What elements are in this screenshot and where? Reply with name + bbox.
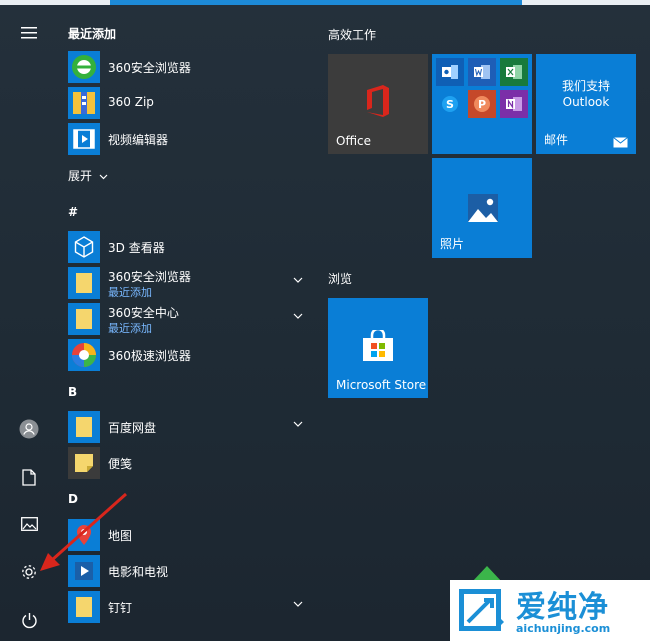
folder-icon	[68, 303, 100, 335]
photos-icon	[468, 194, 498, 222]
app-name: 电影和电视	[108, 565, 169, 579]
store-tile-label: Microsoft Store	[336, 378, 427, 392]
tile-area: 高效工作 Office S P 我们支持 Outlook 邮件 照片 浏览 Mi…	[320, 5, 650, 641]
office-apps-folder-tile[interactable]: S P	[432, 54, 532, 154]
app-video-editor[interactable]: 视频编辑器	[68, 123, 308, 155]
office-tile-label: Office	[336, 134, 372, 148]
outlook-promo-line1: 我们支持	[561, 79, 610, 93]
chevron-down-icon[interactable]	[292, 598, 304, 610]
sticky-note-icon	[68, 447, 100, 479]
microsoft-store-tile[interactable]: Microsoft Store	[328, 298, 428, 398]
speed-browser-icon	[68, 339, 100, 371]
map-pin-icon	[68, 519, 100, 551]
app-list: 最近添加 360安全浏览器 360 Zip 视频编辑器 展开 # 3D 查看器 …	[58, 5, 310, 641]
cube-icon	[68, 231, 100, 263]
folder-name: 360安全浏览器	[108, 270, 191, 284]
onenote-mini-icon	[500, 90, 528, 118]
watermark-banner: 爱纯净 aichunjing.com	[450, 580, 650, 641]
powerpoint-mini-icon: P	[468, 90, 496, 118]
watermark-url: aichunjing.com	[516, 622, 611, 635]
app-maps[interactable]: 地图	[68, 519, 308, 551]
app-name: 360 Zip	[108, 95, 154, 109]
document-icon	[22, 468, 36, 486]
folder-360-browser[interactable]: 360安全浏览器 最近添加	[68, 267, 308, 299]
power-button[interactable]	[10, 601, 48, 639]
outlook-promo-text: 我们支持 Outlook	[536, 78, 636, 110]
section-letter-b[interactable]: B	[68, 385, 77, 399]
mail-icon	[613, 137, 628, 148]
chevron-down-icon	[99, 174, 108, 179]
svg-text:S: S	[446, 98, 454, 111]
pictures-button[interactable]	[10, 505, 48, 543]
folder-recent-badge: 最近添加	[108, 286, 152, 299]
mail-tile-label: 邮件	[544, 133, 569, 147]
hamburger-icon	[21, 27, 37, 39]
app-name: 360安全浏览器	[108, 61, 191, 75]
outlook-promo-line2: Outlook	[562, 95, 610, 109]
expand-button[interactable]: 展开	[68, 167, 108, 184]
documents-button[interactable]	[10, 458, 48, 496]
folder-360-security-center[interactable]: 360安全中心 最近添加	[68, 303, 308, 335]
app-movies-tv[interactable]: 电影和电视	[68, 555, 308, 587]
user-account-button[interactable]	[10, 410, 48, 448]
chevron-down-icon[interactable]	[292, 274, 304, 286]
gear-icon	[22, 565, 36, 579]
tile-group-title-browse[interactable]: 浏览	[328, 270, 352, 287]
start-menu: 最近添加 360安全浏览器 360 Zip 视频编辑器 展开 # 3D 查看器 …	[0, 0, 650, 641]
hamburger-menu-button[interactable]	[10, 14, 48, 52]
power-icon	[21, 612, 37, 628]
tile-group-title-productivity[interactable]: 高效工作	[328, 26, 376, 43]
expand-label: 展开	[68, 169, 93, 183]
word-mini-icon	[468, 58, 496, 86]
user-avatar-icon	[19, 419, 39, 439]
folder-recent-badge: 最近添加	[108, 322, 152, 335]
skype-mini-icon: S	[436, 90, 464, 118]
recent-header: 最近添加	[68, 27, 117, 41]
section-letter-hash[interactable]: #	[68, 205, 78, 219]
app-name: 视频编辑器	[108, 133, 169, 147]
folder-baidu-netdisk[interactable]: 百度网盘	[68, 411, 308, 443]
app-360-browser-recent[interactable]: 360安全浏览器	[68, 51, 308, 83]
app-name: 3D 查看器	[108, 241, 165, 255]
settings-button[interactable]	[10, 553, 48, 591]
app-3d-viewer[interactable]: 3D 查看器	[68, 231, 308, 263]
video-editor-icon	[68, 123, 100, 155]
zip-icon	[68, 87, 100, 119]
folder-name: 钉钉	[108, 601, 133, 615]
play-icon	[68, 555, 100, 587]
section-letter-d[interactable]: D	[68, 492, 78, 506]
aichunjing-logo-icon	[459, 589, 504, 631]
office-tile[interactable]: Office	[328, 54, 428, 154]
photos-tile-label: 照片	[440, 237, 465, 251]
watermark-title: 爱纯净	[516, 590, 609, 625]
folder-icon	[68, 411, 100, 443]
folder-dingtalk[interactable]: 钉钉	[68, 591, 308, 623]
folder-name: 百度网盘	[108, 421, 157, 435]
folder-icon	[68, 591, 100, 623]
mail-tile[interactable]: 我们支持 Outlook 邮件	[536, 54, 636, 154]
chevron-down-icon[interactable]	[292, 310, 304, 322]
app-name: 360极速浏览器	[108, 349, 191, 363]
app-sticky-notes[interactable]: 便笺	[68, 447, 308, 479]
chevron-down-icon[interactable]	[292, 418, 304, 430]
folder-icon	[68, 267, 100, 299]
excel-mini-icon	[500, 58, 528, 86]
app-360-zip[interactable]: 360 Zip	[68, 87, 308, 119]
app-name: 地图	[108, 529, 133, 543]
360-browser-icon	[68, 51, 100, 83]
app-360-speed-browser[interactable]: 360极速浏览器	[68, 339, 308, 371]
outlook-mini-icon	[436, 58, 464, 86]
folder-name: 360安全中心	[108, 306, 179, 320]
app-name: 便笺	[108, 457, 133, 471]
store-bag-icon	[363, 330, 393, 361]
svg-text:P: P	[478, 98, 486, 111]
picture-icon	[20, 517, 38, 531]
photos-tile[interactable]: 照片	[432, 158, 532, 258]
left-rail	[0, 5, 58, 641]
office-logo-icon	[367, 85, 389, 117]
